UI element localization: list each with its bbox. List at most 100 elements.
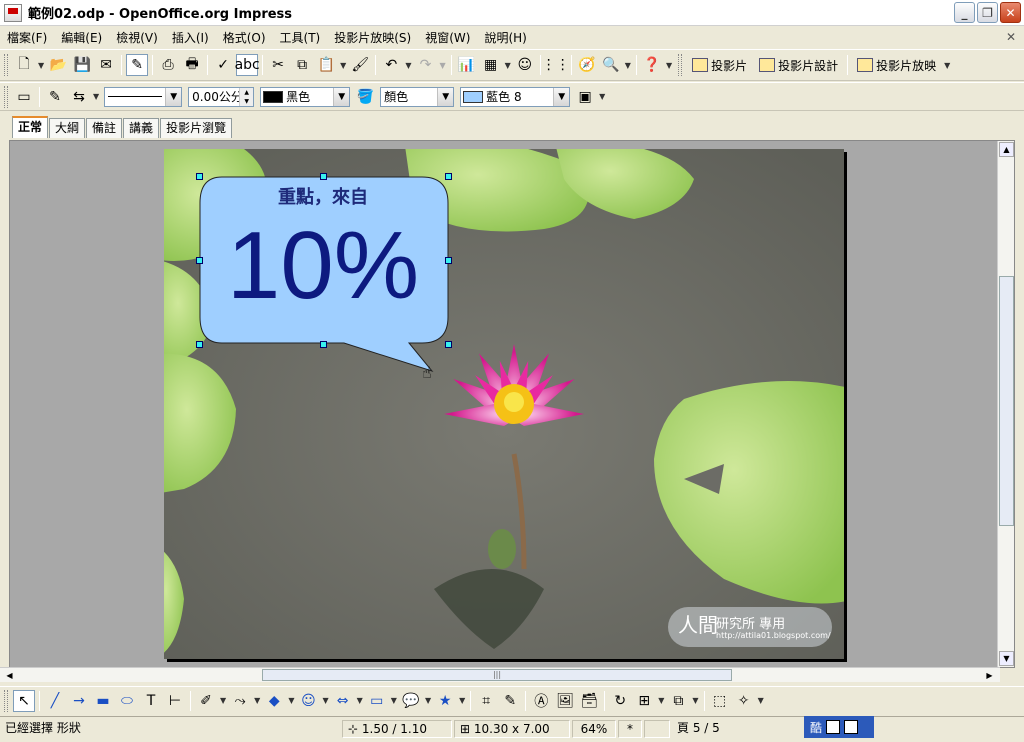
connector-icon[interactable]: ⊢ (164, 690, 186, 712)
print-icon[interactable]: 🖶 (181, 54, 203, 76)
callouts-dropdown-icon[interactable]: ▼ (425, 696, 431, 705)
menu-view[interactable]: 檢視(V) (109, 27, 165, 49)
alignment-icon[interactable]: ⊞ (633, 690, 655, 712)
cut-icon[interactable]: ✂ (267, 54, 289, 76)
arrow-style-icon[interactable]: ⇆ (68, 86, 90, 108)
autospellcheck-icon[interactable]: abc (235, 54, 260, 76)
selection-handle[interactable] (320, 173, 327, 180)
undo-icon[interactable]: ↶ (380, 54, 402, 76)
ime-toolbar[interactable]: 酷 (804, 716, 874, 738)
spellcheck-icon[interactable]: ✓ (212, 54, 234, 76)
status-zoom[interactable]: 64% (572, 719, 616, 738)
line-tool-icon[interactable]: ╱ (44, 690, 66, 712)
toolbar-grip-3[interactable] (4, 85, 8, 108)
save-icon[interactable]: 💾 (71, 54, 93, 76)
navigator-icon[interactable]: 🧭 (576, 54, 598, 76)
basic-shapes-dropdown-icon[interactable]: ▼ (288, 696, 294, 705)
selection-handle[interactable] (320, 341, 327, 348)
impress-app-icon[interactable] (4, 3, 22, 22)
text-tool-icon[interactable]: T (140, 690, 162, 712)
line-width-field[interactable]: 0.00公分 ▲ ▼ (188, 86, 255, 107)
from-file-icon[interactable]: 🖼 (554, 690, 576, 712)
menu-tools[interactable]: 工具(T) (273, 27, 328, 49)
tab-outline[interactable]: 大綱 (49, 118, 86, 138)
undo-dropdown-icon[interactable]: ▼ (405, 61, 411, 70)
line-color-dropdown-icon[interactable]: ▼ (333, 87, 350, 106)
status-signature[interactable] (644, 719, 670, 738)
callout-caption[interactable]: 重點，來自 (200, 183, 446, 209)
minimize-button[interactable]: _ (954, 2, 975, 23)
basic-shapes-icon[interactable]: ◆ (263, 690, 285, 712)
alignment-dropdown-icon[interactable]: ▼ (658, 696, 664, 705)
connectors-icon[interactable]: ⤳ (229, 690, 251, 712)
callouts-icon[interactable]: 💬 (400, 690, 422, 712)
tab-handout[interactable]: 講義 (123, 118, 160, 138)
fontwork-icon[interactable]: ☺ (514, 54, 536, 76)
stars-icon[interactable]: ★ (434, 690, 456, 712)
selection-handle[interactable] (196, 257, 203, 264)
restore-button[interactable]: ❐ (977, 2, 998, 23)
vertical-scrollbar[interactable]: ▲ ▼ (997, 141, 1014, 667)
menu-format[interactable]: 格式(O) (216, 27, 273, 49)
curve-icon[interactable]: ✐ (195, 690, 217, 712)
email-icon[interactable]: ✉ (95, 54, 117, 76)
line-color-select[interactable]: 黑色 ▼ (260, 86, 351, 107)
scroll-up-icon[interactable]: ▲ (999, 142, 1014, 157)
paste-icon[interactable]: 📋 (315, 54, 337, 76)
menu-slideshow[interactable]: 投影片放映(S) (327, 27, 418, 49)
arrow-line-icon[interactable]: → (68, 690, 90, 712)
slide-design-button[interactable]: 投影片設計 (753, 54, 844, 76)
grid-icon[interactable]: ⋮⋮ (542, 54, 570, 76)
paste-dropdown-icon[interactable]: ▼ (340, 61, 346, 70)
selection-handle[interactable] (196, 173, 203, 180)
block-arrows-icon[interactable]: ⇔ (332, 690, 354, 712)
toolbar3-overflow-icon[interactable]: ▼ (599, 92, 605, 101)
new-dropdown-icon[interactable]: ▼ (38, 61, 44, 70)
arrow-style-dropdown-icon[interactable]: ▼ (93, 92, 99, 101)
selection-handle[interactable] (445, 257, 452, 264)
menu-window[interactable]: 視窗(W) (418, 27, 477, 49)
vertical-scroll-thumb[interactable] (999, 276, 1014, 526)
rectangle-icon[interactable]: ▬ (92, 690, 114, 712)
toolbar-grip[interactable] (4, 54, 8, 76)
shadow-icon[interactable]: ▣ (574, 86, 596, 108)
arrange-dropdown-icon[interactable]: ▼ (692, 696, 698, 705)
toolbar-overflow-icon[interactable]: ▼ (666, 61, 672, 70)
symbol-shapes-dropdown-icon[interactable]: ▼ (322, 696, 328, 705)
ellipse-icon[interactable]: ⬭ (116, 690, 138, 712)
select-pointer-icon[interactable]: ↖ (13, 689, 35, 712)
line-width-value[interactable]: 0.00公分 (189, 88, 239, 105)
interaction-icon[interactable]: ✧ (733, 690, 755, 712)
menu-help[interactable]: 說明(H) (477, 27, 533, 49)
table-icon[interactable]: ▦ (480, 54, 502, 76)
gallery-icon[interactable]: 🗃 (578, 690, 600, 712)
line-width-spinner[interactable]: ▲ ▼ (239, 87, 254, 106)
flowchart-dropdown-icon[interactable]: ▼ (391, 696, 397, 705)
rotate-icon[interactable]: ↻ (609, 690, 631, 712)
line-icon[interactable]: ✎ (44, 86, 66, 108)
copy-icon[interactable]: ⧉ (291, 54, 313, 76)
redo-icon[interactable]: ↷ (414, 54, 436, 76)
tab-slide-sorter[interactable]: 投影片瀏覽 (160, 118, 233, 138)
horizontal-scroll-thumb[interactable]: ||| (262, 669, 732, 681)
selection-handle[interactable] (445, 341, 452, 348)
chart-icon[interactable]: 📊 (456, 54, 478, 76)
scroll-down-icon[interactable]: ▼ (999, 651, 1014, 666)
area-style-dropdown-icon[interactable]: ▼ (437, 87, 454, 106)
stars-dropdown-icon[interactable]: ▼ (459, 696, 465, 705)
fontwork-gallery-icon[interactable]: Ⓐ (530, 690, 552, 712)
ime-keyboard-icon[interactable] (844, 720, 859, 734)
close-button[interactable]: ✕ (1000, 2, 1021, 23)
area-fill-icon[interactable]: 🪣 (354, 86, 376, 108)
tab-notes[interactable]: 備註 (86, 118, 123, 138)
close-document-icon[interactable]: ✕ (1006, 30, 1016, 44)
fill-color-select[interactable]: 藍色 8 ▼ (460, 86, 571, 107)
export-pdf-icon[interactable]: ⎙ (157, 54, 179, 76)
scroll-right-icon[interactable]: ▶ (982, 668, 997, 682)
ime-mode[interactable]: 酷 (810, 719, 822, 736)
line-style-dropdown-icon[interactable]: ▼ (165, 87, 182, 106)
menu-file[interactable]: 檔案(F) (0, 27, 54, 49)
block-arrows-dropdown-icon[interactable]: ▼ (357, 696, 363, 705)
tab-normal[interactable]: 正常 (12, 116, 49, 138)
toolbar-grip-2[interactable] (678, 54, 683, 76)
